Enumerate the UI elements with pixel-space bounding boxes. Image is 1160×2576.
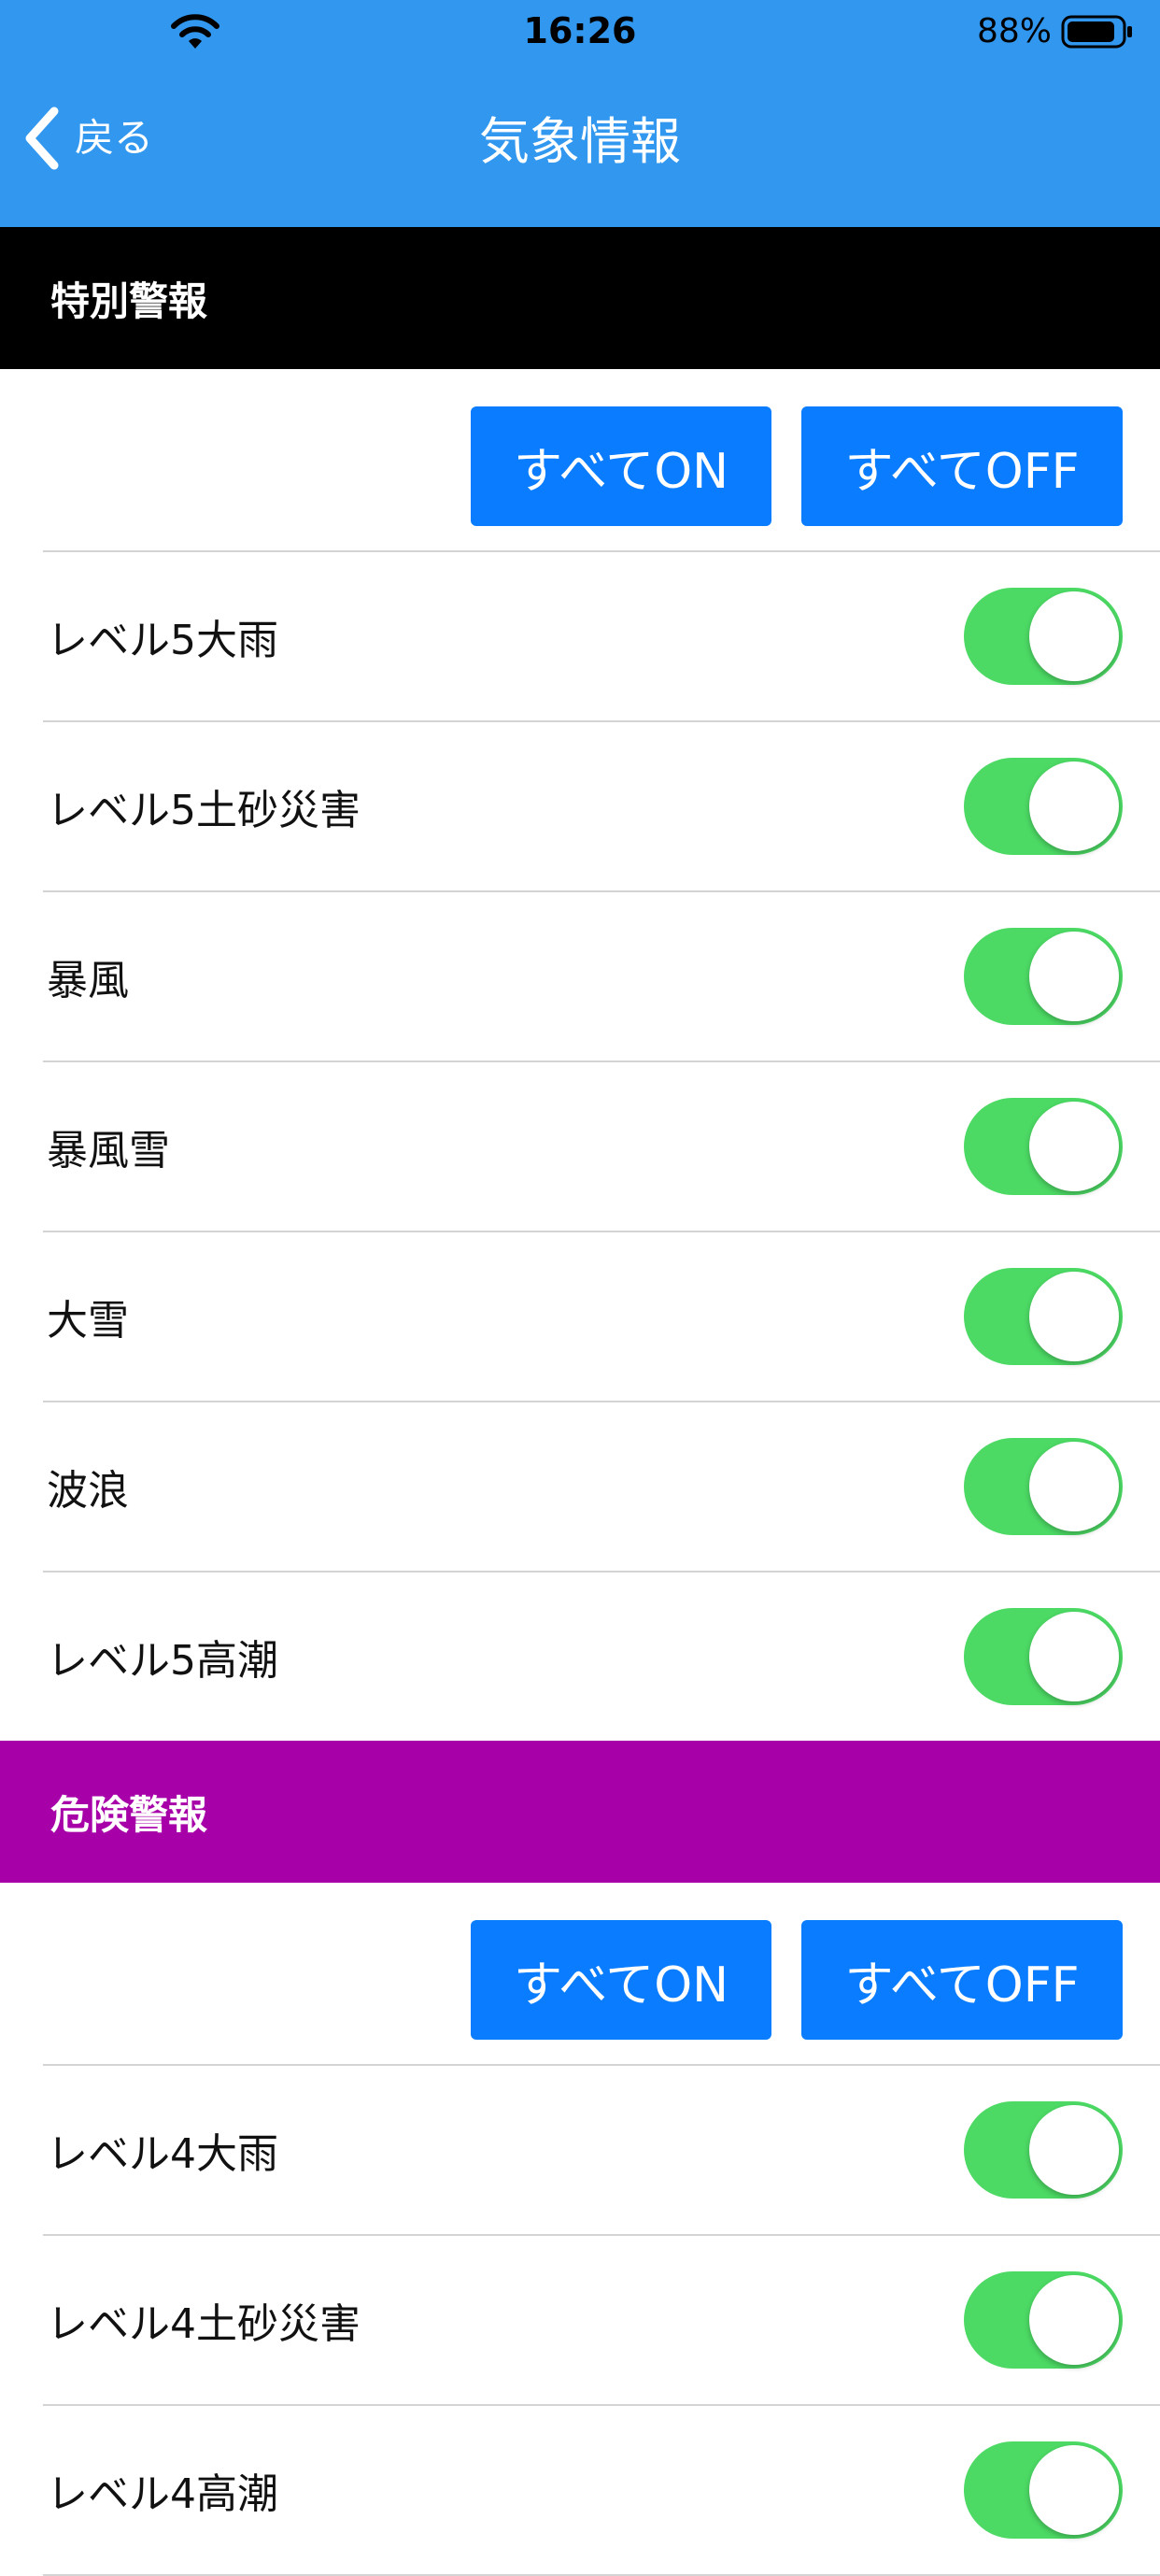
list-item: 暴風雪 [43, 1062, 1160, 1232]
toggle-switch[interactable] [964, 1438, 1123, 1535]
toggle-knob [1029, 761, 1119, 851]
toggle-knob [1029, 2445, 1119, 2535]
list-item: レベル5大雨 [43, 552, 1160, 722]
item-label: レベル5大雨 [47, 617, 278, 664]
toggle-knob [1029, 2105, 1119, 2195]
item-label: 大雪 [47, 1297, 129, 1345]
section-buttons-special: すべてON すべてOFF [0, 369, 1160, 550]
toggle-knob [1029, 932, 1119, 1021]
page-title: 気象情報 [479, 112, 681, 171]
toggle-switch[interactable] [964, 758, 1123, 855]
list-item: レベル4高潮 [43, 2406, 1160, 2576]
toggle-switch[interactable] [964, 1608, 1123, 1705]
toggle-knob [1029, 1102, 1119, 1191]
list-item: レベル4大雨 [43, 2066, 1160, 2236]
toggle-knob [1029, 591, 1119, 681]
item-label: レベル4土砂災害 [47, 2300, 361, 2348]
item-label: レベル5土砂災害 [47, 787, 361, 834]
item-label: 暴風雪 [47, 1127, 170, 1174]
toggle-knob [1029, 1612, 1119, 1701]
item-label: レベル5高潮 [47, 1637, 278, 1685]
all-on-button[interactable]: すべてON [471, 406, 771, 526]
toggle-switch[interactable] [964, 928, 1123, 1025]
toggle-switch[interactable] [964, 2101, 1123, 2199]
toggle-switch[interactable] [964, 588, 1123, 685]
toggle-switch[interactable] [964, 1098, 1123, 1195]
all-off-button[interactable]: すべてOFF [801, 1920, 1123, 2040]
item-label: レベル4高潮 [47, 2470, 278, 2518]
list-item: レベル5土砂災害 [43, 722, 1160, 892]
toggle-switch[interactable] [964, 2441, 1123, 2539]
section-header-special-warning: 特別警報 [0, 227, 1160, 369]
section-buttons-danger: すべてON すべてOFF [0, 1883, 1160, 2064]
item-label: 波浪 [47, 1467, 129, 1515]
toggle-knob [1029, 1272, 1119, 1361]
list-item: 波浪 [43, 1402, 1160, 1573]
battery-icon [1061, 15, 1132, 49]
toggle-knob [1029, 1442, 1119, 1531]
battery-percentage: 88% [976, 12, 1052, 50]
item-label: 暴風 [47, 957, 129, 1004]
all-on-button[interactable]: すべてON [471, 1920, 771, 2040]
toggle-switch[interactable] [964, 1268, 1123, 1365]
list-item: レベル5高潮 [43, 1573, 1160, 1741]
nav-bar: 16:26 88% 戻る 気象情報 [0, 0, 1160, 227]
list-item: 大雪 [43, 1232, 1160, 1402]
item-label: レベル4大雨 [47, 2130, 278, 2178]
list-item: 暴風 [43, 892, 1160, 1062]
list-item: レベル4土砂災害 [43, 2236, 1160, 2406]
section-header-danger-warning: 危険警報 [0, 1741, 1160, 1883]
toggle-knob [1029, 2275, 1119, 2365]
all-off-button[interactable]: すべてOFF [801, 406, 1123, 526]
toggle-switch[interactable] [964, 2271, 1123, 2369]
